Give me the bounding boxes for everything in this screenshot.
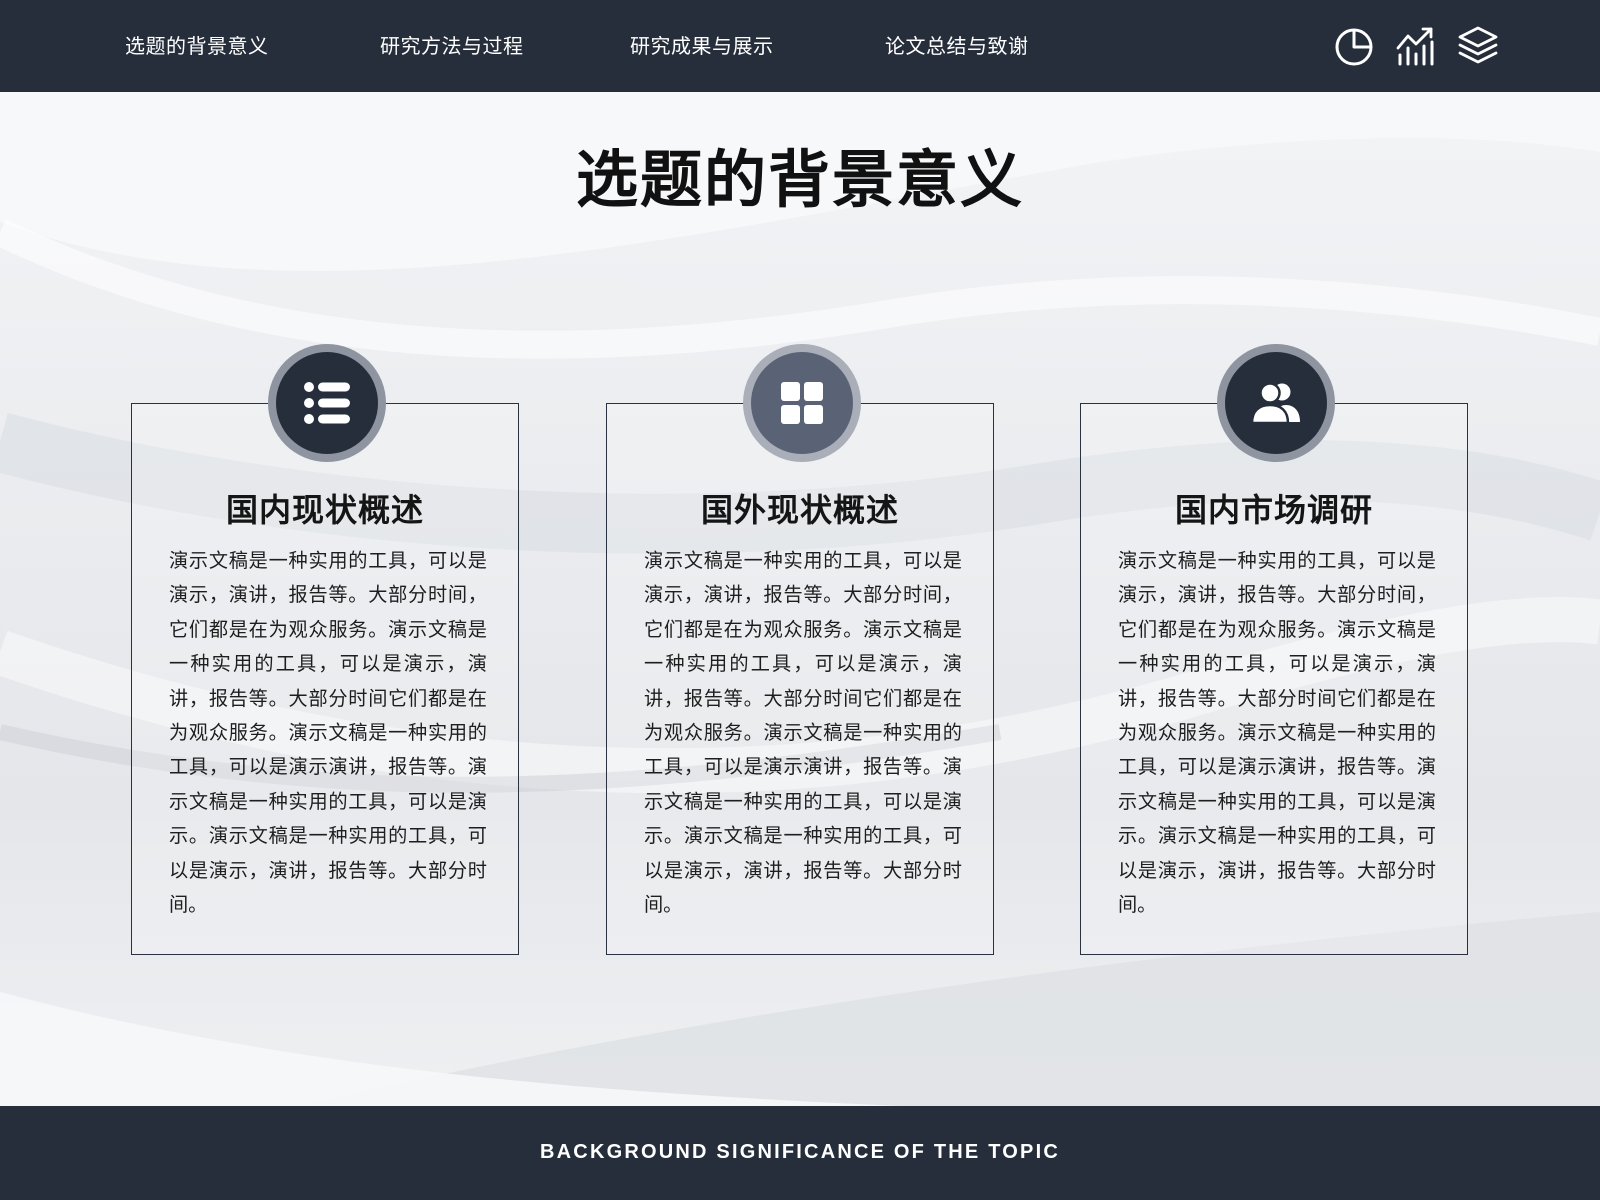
nav-item-methods[interactable]: 研究方法与过程 (380, 32, 524, 60)
layers-icon[interactable] (1456, 24, 1500, 68)
card-body-text: 演示文稿是一种实用的工具，可以是演示，演讲，报告等。大部分时间，它们都是在为观众… (169, 549, 487, 917)
nav-item-results[interactable]: 研究成果与展示 (630, 32, 774, 60)
info-card-domestic-market: 国内市场调研 演示文稿是一种实用的工具，可以是演示，演讲，报告等。大部分时间，它… (1080, 344, 1468, 955)
card-title: 国外现状概述 (700, 491, 899, 529)
list-icon (304, 382, 350, 424)
info-card-foreign-status: 国外现状概述 演示文稿是一种实用的工具，可以是演示，演讲，报告等。大部分时间，它… (606, 344, 994, 955)
card-body-text: 演示文稿是一种实用的工具，可以是演示，演讲，报告等。大部分时间，它们都是在为观众… (1118, 549, 1436, 917)
card-body-text: 演示文稿是一种实用的工具，可以是演示，演讲，报告等。大部分时间，它们都是在为观众… (644, 549, 962, 917)
card-icon-badge (268, 344, 386, 462)
info-card-domestic-status: 国内现状概述 演示文稿是一种实用的工具，可以是演示，演讲，报告等。大部分时间，它… (131, 344, 519, 955)
nav-item-summary[interactable]: 论文总结与致谢 (885, 32, 1029, 60)
pie-chart-icon[interactable] (1332, 24, 1376, 68)
card-title: 国内现状概述 (225, 491, 424, 529)
trending-chart-icon[interactable] (1394, 24, 1438, 68)
nav-item-background[interactable]: 选题的背景意义 (125, 32, 269, 60)
users-icon (1250, 382, 1300, 425)
page-title: 选题的背景意义 (575, 143, 1024, 216)
footer-subtitle: BACKGROUND SIGNIFICANCE OF THE TOPIC (540, 1141, 1060, 1163)
card-icon-badge (1217, 344, 1335, 462)
grid-icon (781, 382, 823, 424)
bottom-bar: BACKGROUND SIGNIFICANCE OF THE TOPIC (0, 1106, 1600, 1200)
card-title: 国内市场调研 (1174, 491, 1373, 529)
card-icon-badge (743, 344, 861, 462)
top-nav-bar: 选题的背景意义 研究方法与过程 研究成果与展示 论文总结与致谢 (0, 0, 1600, 92)
